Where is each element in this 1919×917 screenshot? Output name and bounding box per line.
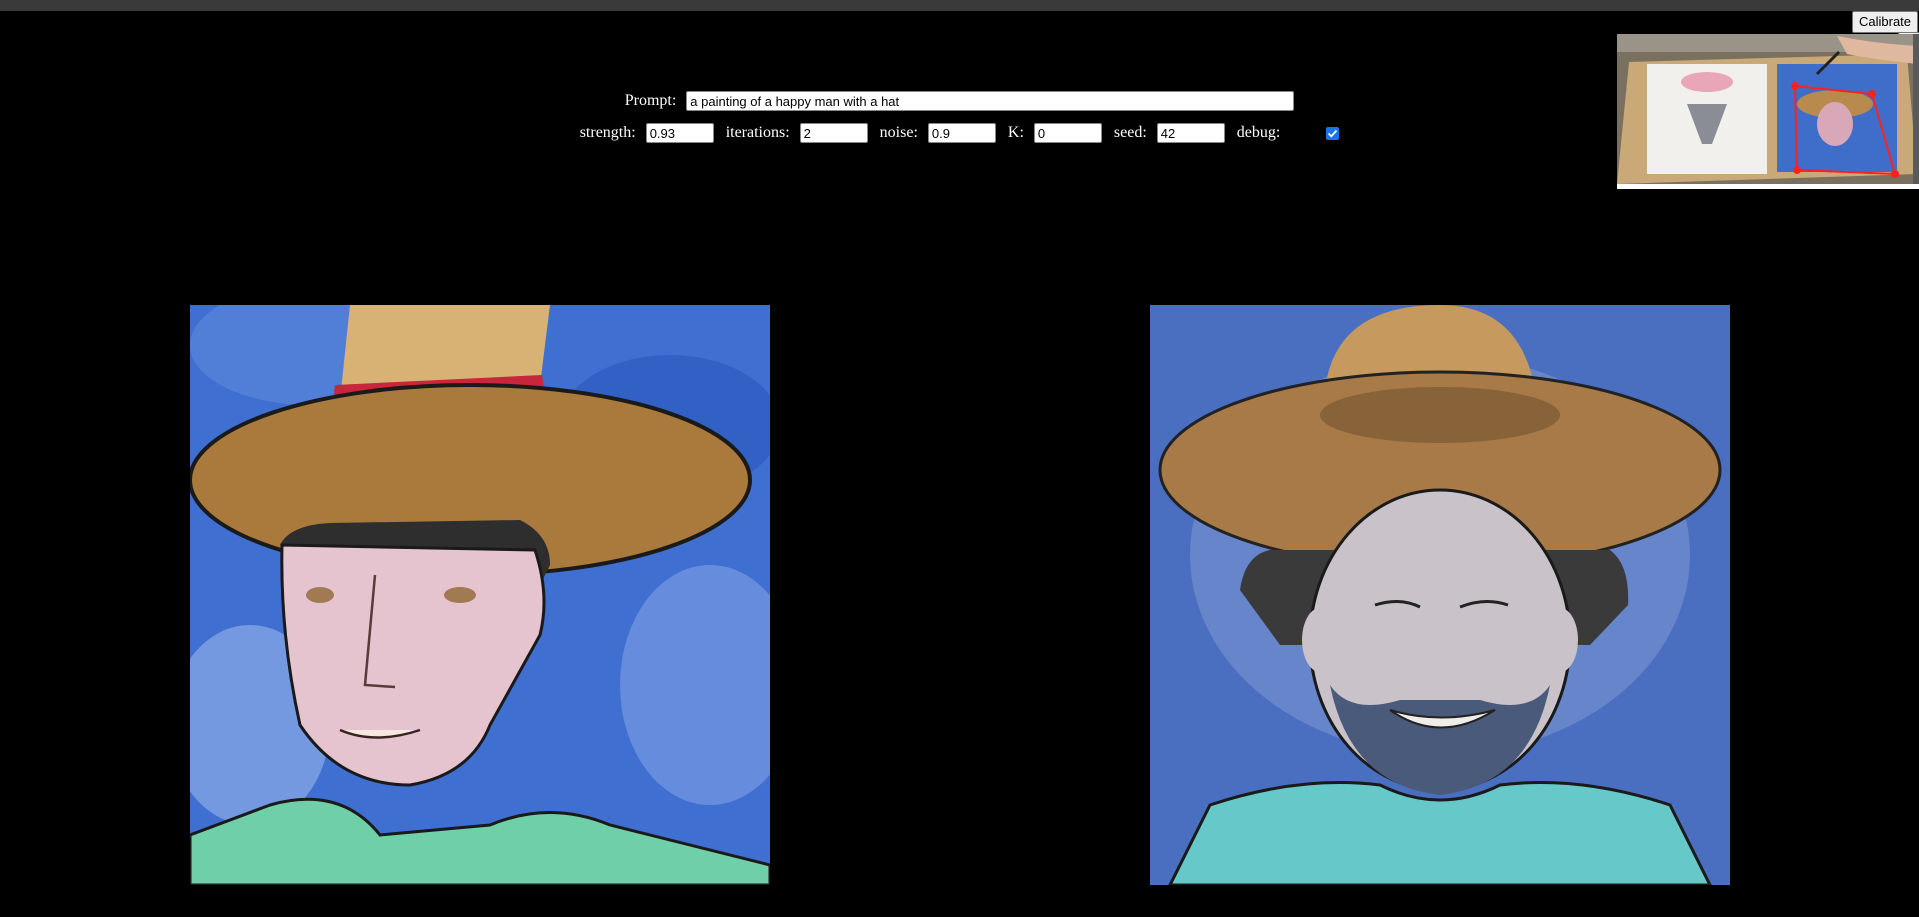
prompt-label: Prompt: [624, 92, 677, 109]
iterations-label: iterations: [725, 124, 790, 141]
iterations-input[interactable] [799, 123, 868, 143]
calibrate-button[interactable]: Calibrate [1852, 11, 1919, 33]
input-painting-image [190, 305, 770, 885]
top-bar [0, 0, 1919, 11]
calibration-point-icon[interactable] [1891, 170, 1899, 178]
seed-label: seed: [1113, 124, 1147, 141]
parameters-row: strength: iterations: noise: K: seed: de… [0, 120, 1919, 146]
noise-label: noise: [879, 124, 918, 141]
noise-input[interactable] [927, 123, 996, 143]
k-input[interactable] [1033, 123, 1102, 143]
k-label: K: [1007, 124, 1024, 141]
generated-output-image [1150, 305, 1730, 885]
debug-checkbox[interactable] [1326, 126, 1340, 140]
prompt-input[interactable] [686, 91, 1295, 111]
strength-input[interactable] [645, 123, 714, 143]
prompt-row: Prompt: [0, 88, 1919, 114]
seed-input[interactable] [1156, 123, 1225, 143]
checkmark-icon [1328, 129, 1338, 138]
controls-panel: Prompt: strength: iterations: noise: K: … [0, 88, 1919, 146]
calibration-point-icon[interactable] [1793, 166, 1801, 174]
debug-label: debug: [1236, 124, 1281, 141]
strength-label: strength: [579, 124, 636, 141]
